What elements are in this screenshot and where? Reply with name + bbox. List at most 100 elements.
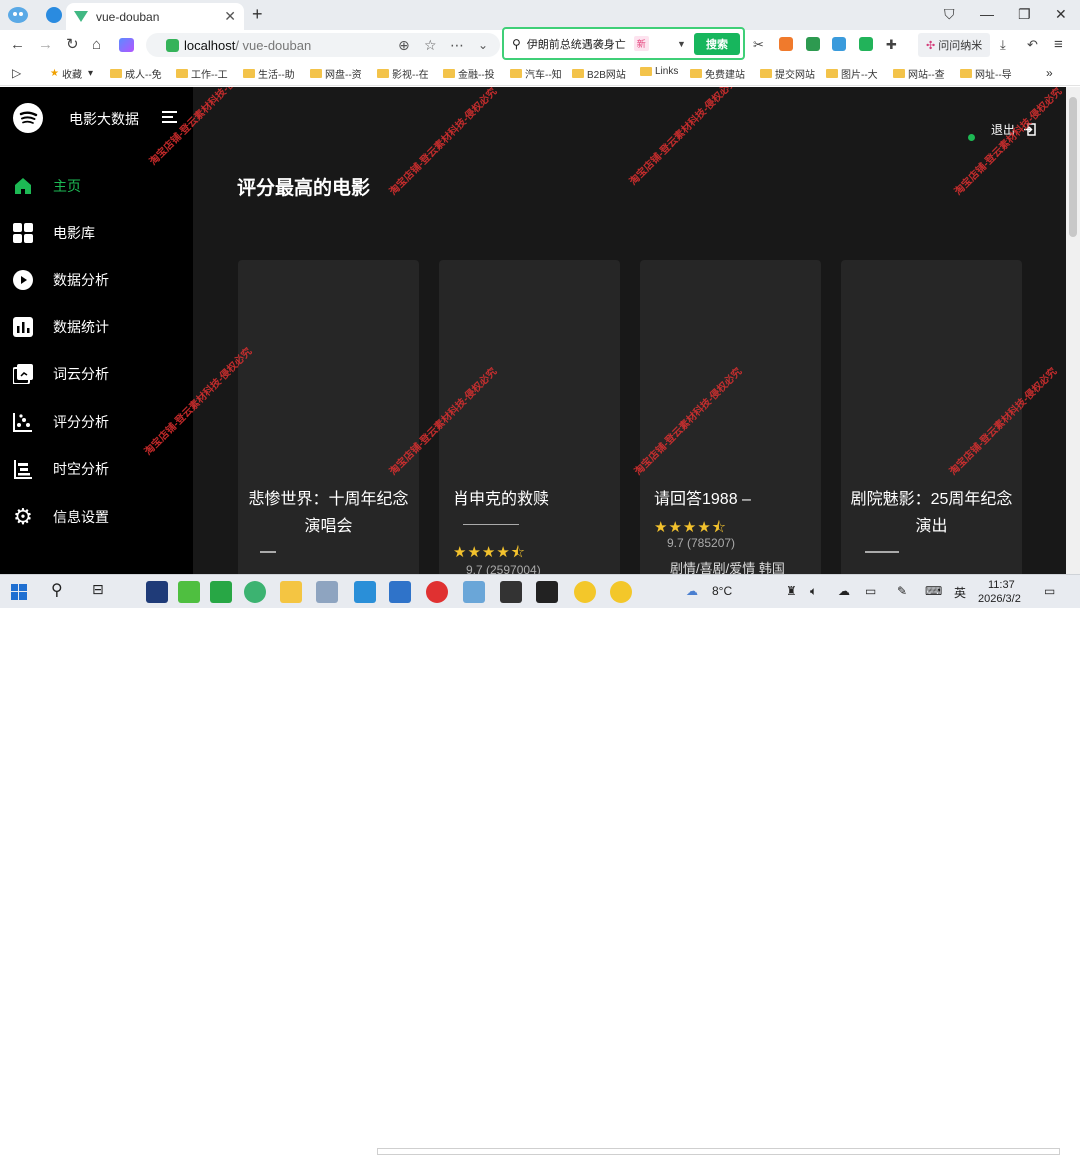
green-extension-icon[interactable] <box>859 37 873 51</box>
back-icon[interactable]: ← <box>10 36 25 54</box>
bookmark-folder[interactable]: 生活--助 <box>243 66 295 81</box>
window-close-icon[interactable]: ✕ <box>1055 6 1067 23</box>
shirt-icon[interactable]: ⛉ <box>944 6 955 23</box>
app-icon[interactable] <box>574 581 596 603</box>
wechat-icon[interactable] <box>210 581 232 603</box>
app-icon[interactable] <box>463 581 485 603</box>
bookmark-folder[interactable]: 影视--在 <box>377 66 429 81</box>
download-icon[interactable]: ⤓ <box>1000 36 1006 54</box>
reload-icon[interactable]: ↻ <box>66 36 79 54</box>
movie-title: 剧院魅影：25周年纪念演出 <box>850 491 1013 535</box>
search-icon[interactable]: ⚲ <box>51 580 63 600</box>
bookmark-folder[interactable]: 提交网站 <box>760 66 815 81</box>
chevron-down-icon[interactable]: ⌄ <box>478 38 488 52</box>
bookmark-folder[interactable]: 网址--导 <box>960 66 1012 81</box>
tray-icon[interactable]: ♜ <box>786 584 797 598</box>
task-view-icon[interactable]: ⊟ <box>92 581 104 598</box>
puzzle-icon[interactable]: ✚ <box>886 36 897 54</box>
sidebar-item-label: 信息设置 <box>53 509 109 525</box>
folder-icon <box>443 69 455 78</box>
scrollbar-thumb[interactable] <box>1069 97 1077 237</box>
bookmark-folder[interactable]: 网站--查 <box>893 66 945 81</box>
bookmark-label: 汽车--知 <box>525 70 562 81</box>
hamburger-icon[interactable] <box>162 111 177 123</box>
folder-icon <box>690 69 702 78</box>
bookmark-folder[interactable]: 图片--大 <box>826 66 878 81</box>
notification-icon[interactable]: ▭ <box>1044 584 1055 598</box>
movie-card[interactable]: 请回答1988 – ★★★★⯪ 9.7 (785207) 剧情/喜剧/爱情 韩国 <box>640 260 821 574</box>
cmd-icon[interactable] <box>536 581 558 603</box>
bookmark-folder[interactable]: 成人--免 <box>110 66 162 81</box>
windows-start-icon[interactable] <box>11 584 27 605</box>
tab-close-icon[interactable]: ✕ <box>224 8 236 25</box>
file-explorer-icon[interactable] <box>280 581 302 603</box>
sidebar-item-spacetime[interactable]: 时空分析 <box>0 449 193 489</box>
ask-nami-label: 问问纳米 <box>938 40 983 52</box>
main-content: 退出 评分最高的电影 悲惨世界：十周年纪念演唱会 肖申克的救赎 ★★★★⯪ 9.… <box>193 87 1066 574</box>
bookmark-folder[interactable]: 汽车--知 <box>510 66 562 81</box>
sidebar-item-settings[interactable]: ⚙ 信息设置 <box>0 497 193 537</box>
sidebar-item-home[interactable]: 主页 <box>0 166 193 206</box>
bookmark-folder[interactable]: 网盘--资 <box>310 66 362 81</box>
bookmark-folder[interactable]: Links <box>640 66 678 77</box>
location-icon[interactable]: ⊕ <box>398 37 410 54</box>
search-box[interactable]: ⚲ 伊朗前总统遇袭身亡 新 ▼ 搜索 <box>502 27 745 60</box>
cloud-icon <box>12 363 34 385</box>
battery-icon[interactable]: ▭ <box>865 584 876 598</box>
movie-card[interactable]: 悲惨世界：十周年纪念演唱会 <box>238 260 419 574</box>
cloud-tray-icon[interactable]: ☁ <box>838 584 850 598</box>
app-icon[interactable] <box>610 581 632 603</box>
photoshop-icon[interactable] <box>146 581 168 603</box>
sidebar-item-library[interactable]: 电影库 <box>0 213 193 253</box>
keyboard-icon[interactable]: ⌨ <box>925 584 942 598</box>
bookmark-label: 网盘--资 <box>325 70 362 81</box>
bookmarks-more-icon[interactable]: » <box>1046 66 1053 80</box>
address-bar[interactable]: localhost / vue-douban ⊕ ☆ ⋯ ⌄ <box>146 33 500 57</box>
minimize-icon[interactable]: — <box>980 6 994 22</box>
bookmark-folder[interactable]: 工作--工 <box>176 66 228 81</box>
bookmark-folder[interactable]: 金融--投 <box>443 66 495 81</box>
search-input[interactable]: 伊朗前总统遇袭身亡 <box>527 36 626 52</box>
movie-title: 悲惨世界：十周年纪念演唱会 <box>248 491 409 535</box>
app-icon[interactable] <box>178 581 200 603</box>
volume-icon[interactable]: 🔈︎ <box>810 584 817 599</box>
gear-icon: ⚙ <box>13 504 33 529</box>
forward-icon[interactable]: → <box>38 36 53 54</box>
sidebar-item-data-analysis[interactable]: 数据分析 <box>0 260 193 300</box>
app-icon[interactable] <box>389 581 411 603</box>
undo-icon[interactable]: ↶ <box>1027 36 1038 54</box>
record-icon[interactable] <box>426 581 448 603</box>
pen-icon[interactable]: ✎ <box>897 584 907 598</box>
sidebar: 电影大数据 主页 电影库 数据分析 数据统计 词云分析 评分分析 时空分析 ⚙ … <box>0 87 193 574</box>
ime-lang[interactable]: 英 <box>954 584 966 601</box>
bookmark-folder[interactable]: B2B网站 <box>572 66 626 81</box>
new-tab-button[interactable]: + <box>252 4 263 25</box>
placeholder-dash <box>865 551 899 553</box>
page-scrollbar[interactable] <box>1066 87 1080 574</box>
terminal-icon[interactable] <box>500 581 522 603</box>
scissors-icon[interactable]: ✂ <box>753 36 764 54</box>
movie-card[interactable]: 肖申克的救赎 ★★★★⯪ 9.7 (2597004) <box>439 260 620 574</box>
restore-icon[interactable]: ❐ <box>1018 6 1031 23</box>
sidebar-toggle-icon[interactable]: ▷ <box>12 66 21 80</box>
app-icon[interactable] <box>354 581 376 603</box>
recycle-icon[interactable] <box>316 581 338 603</box>
translate-extension-icon[interactable] <box>832 37 846 51</box>
menu-icon[interactable]: ≡ <box>1054 36 1063 54</box>
search-dropdown-icon[interactable]: ▼ <box>677 39 686 49</box>
bookmark-folder[interactable]: 免费建站 <box>690 66 745 81</box>
bookmark-star-icon[interactable]: ☆ <box>424 37 437 54</box>
search-button[interactable]: 搜索 <box>694 33 740 55</box>
bookmark-favorites[interactable]: ★ 收藏 ▾ <box>50 66 93 81</box>
ask-nami-button[interactable]: ✣ 问问纳米 <box>918 33 991 57</box>
pinned-tab-icon[interactable] <box>46 7 62 23</box>
sidebar-item-statistics[interactable]: 数据统计 <box>0 307 193 347</box>
browser-taskbar-icon[interactable] <box>244 581 266 603</box>
home-page-icon[interactable]: ⌂ <box>92 36 101 54</box>
ai-icon[interactable] <box>119 38 134 52</box>
download-extension-icon[interactable] <box>806 37 820 51</box>
more-icon[interactable]: ⋯ <box>450 37 464 54</box>
sidebar-item-wordcloud[interactable]: 词云分析 <box>0 354 193 394</box>
fox-extension-icon[interactable] <box>779 37 793 51</box>
tab-vue-douban[interactable]: vue-douban ✕ <box>66 3 244 30</box>
